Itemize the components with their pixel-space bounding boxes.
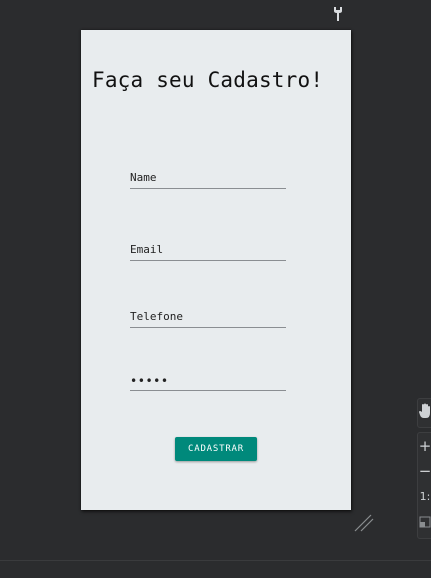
actual-size-button[interactable]: 1: <box>417 490 431 503</box>
name-field-text: Name <box>130 171 157 184</box>
device-screen: Faça seu Cadastro! Name Email Telefone •… <box>81 30 351 510</box>
phone-field[interactable]: Telefone <box>130 307 286 328</box>
status-bar <box>0 560 431 578</box>
resize-handle-icon[interactable] <box>354 514 374 532</box>
phone-field-text: Telefone <box>130 310 183 323</box>
zoom-in-button[interactable]: + <box>417 437 431 455</box>
password-field-text: ••••• <box>130 374 169 388</box>
fit-screen-icon[interactable] <box>417 516 431 532</box>
email-field-text: Email <box>130 243 164 256</box>
register-button[interactable]: CADASTRAR <box>175 437 257 461</box>
zoom-out-button[interactable]: − <box>417 462 431 480</box>
hand-icon[interactable] <box>417 403 431 423</box>
password-field[interactable]: ••••• <box>130 370 286 391</box>
name-field[interactable]: Name <box>130 168 286 189</box>
page-title: Faça seu Cadastro! <box>92 68 324 92</box>
email-field[interactable]: Email <box>130 240 286 261</box>
wrench-icon[interactable] <box>332 6 344 22</box>
